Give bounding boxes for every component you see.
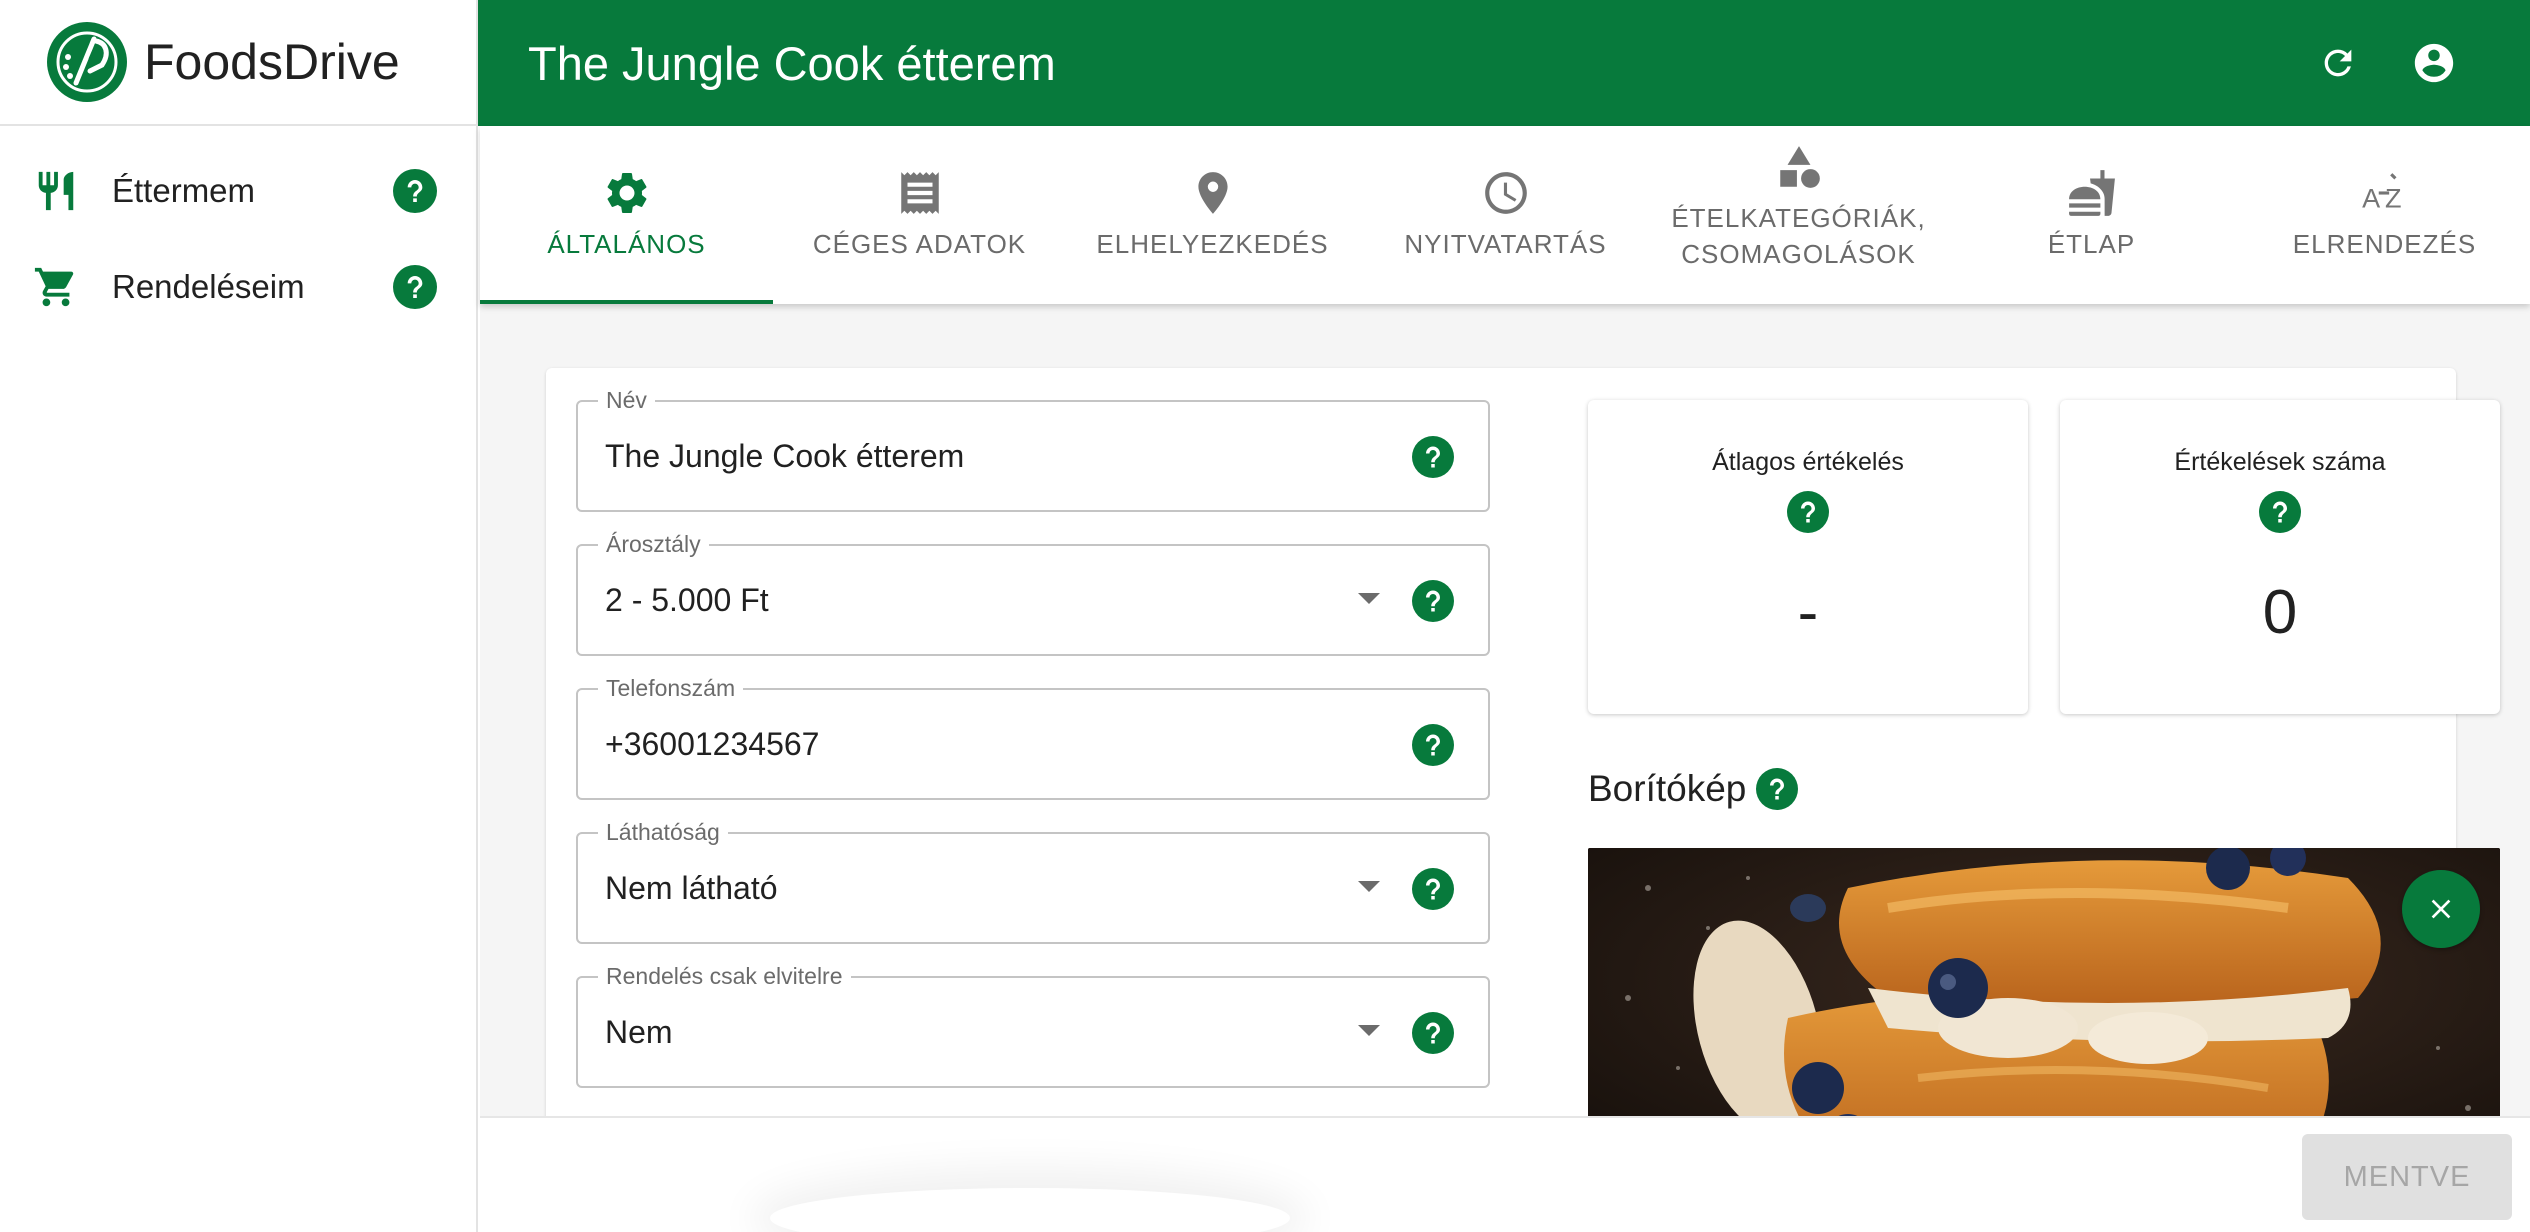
stat-label: Átlagos értékelés bbox=[1712, 448, 1904, 476]
help-icon[interactable] bbox=[1412, 580, 1454, 622]
sort-alpha-icon: AZ bbox=[2362, 173, 2402, 214]
main-content: Név Árosztály 2 - 5.000 Ft Telefonszám L… bbox=[480, 304, 2530, 1116]
tab-label: ÉTELKATEGÓRIÁK, CSOMAGOLÁSOK bbox=[1671, 203, 1926, 269]
brand[interactable]: FoodsDrive bbox=[0, 0, 476, 126]
help-icon[interactable] bbox=[1412, 724, 1454, 766]
refresh-button[interactable] bbox=[2310, 35, 2366, 91]
dropdown-arrow-icon[interactable] bbox=[1358, 593, 1380, 604]
tab-elhelyezkedes[interactable]: ELHELYEZKEDÉS bbox=[1066, 126, 1359, 304]
app-bar: The Jungle Cook étterem bbox=[478, 0, 2530, 126]
field-label: Árosztály bbox=[598, 531, 709, 558]
tab-nyitvatartas[interactable]: NYITVATARTÁS bbox=[1359, 126, 1652, 304]
visibility-value: Nem látható bbox=[605, 870, 778, 906]
help-icon[interactable] bbox=[1787, 491, 1829, 533]
sidebar-item-label: Éttermem bbox=[112, 172, 256, 209]
help-icon[interactable] bbox=[1412, 436, 1454, 478]
page-title: The Jungle Cook étterem bbox=[528, 36, 1056, 90]
field-label: Rendelés csak elvitelre bbox=[598, 963, 851, 990]
refresh-icon bbox=[2324, 49, 2352, 77]
help-icon[interactable] bbox=[1412, 868, 1454, 910]
help-icon[interactable] bbox=[1756, 768, 1799, 810]
footer-shadow bbox=[770, 1188, 1290, 1232]
rating-count-card: Értékelések száma 0 bbox=[2060, 400, 2500, 714]
shapes-icon bbox=[1779, 146, 1820, 188]
help-icon[interactable] bbox=[2259, 491, 2301, 533]
svg-text:A: A bbox=[2362, 183, 2381, 214]
save-button[interactable]: MENTVE bbox=[2302, 1134, 2512, 1220]
name-field[interactable]: Név bbox=[576, 387, 1490, 512]
foodsdrive-logo-icon bbox=[47, 22, 127, 102]
tab-label: CÉGES ADATOK bbox=[812, 229, 1027, 259]
field-label: Telefonszám bbox=[598, 675, 744, 702]
dropdown-arrow-icon[interactable] bbox=[1358, 1025, 1380, 1036]
sidebar: FoodsDrive Éttermem Rendeléseim bbox=[0, 0, 478, 1232]
name-input[interactable] bbox=[605, 438, 1305, 475]
cover-image-heading: Borítókép bbox=[1588, 768, 1799, 810]
account-button[interactable] bbox=[2406, 35, 2462, 91]
svg-text:Z: Z bbox=[2385, 183, 2402, 214]
tab-label: ÁLTALÁNOS bbox=[547, 229, 706, 259]
account-circle-icon bbox=[2414, 43, 2454, 83]
clock-icon bbox=[1484, 172, 1527, 214]
tab-label: ELRENDEZÉS bbox=[2292, 229, 2477, 259]
sidebar-item-label: Rendeléseim bbox=[112, 268, 305, 305]
location-pin-icon bbox=[1197, 172, 1228, 214]
takeaway-only-value: Nem bbox=[605, 1014, 673, 1050]
stat-label: Értékelések száma bbox=[2174, 448, 2386, 476]
french-toast-photo bbox=[1588, 848, 2500, 1116]
cover-image[interactable] bbox=[1588, 848, 2500, 1116]
sidebar-item-ettermem[interactable]: Éttermem bbox=[0, 146, 476, 236]
cover-image-title: Borítókép bbox=[1588, 768, 1747, 809]
brand-name: FoodsDrive bbox=[144, 34, 400, 90]
field-label: Láthatóság bbox=[598, 819, 728, 846]
price-class-select[interactable]: Árosztály 2 - 5.000 Ft bbox=[576, 531, 1490, 656]
help-icon[interactable] bbox=[393, 169, 437, 213]
food-menu-icon bbox=[2068, 170, 2115, 216]
receipt-icon bbox=[900, 172, 939, 214]
tab-label: NYITVATARTÁS bbox=[1404, 229, 1607, 259]
field-label: Név bbox=[598, 387, 655, 414]
tab-elrendezes[interactable]: AZ ELRENDEZÉS bbox=[2238, 126, 2530, 304]
close-icon bbox=[2431, 899, 2451, 919]
phone-field[interactable]: Telefonszám bbox=[576, 675, 1490, 800]
stat-value: 0 bbox=[2262, 578, 2298, 647]
gear-icon bbox=[607, 173, 646, 213]
tab-ceges-adatok[interactable]: CÉGES ADATOK bbox=[773, 126, 1066, 304]
takeaway-only-select[interactable]: Rendelés csak elvitelre Nem bbox=[576, 963, 1490, 1088]
sidebar-item-rendeleseim[interactable]: Rendeléseim bbox=[0, 242, 476, 332]
remove-cover-button[interactable] bbox=[2402, 870, 2480, 948]
dropdown-arrow-icon[interactable] bbox=[1358, 881, 1380, 892]
price-class-value: 2 - 5.000 Ft bbox=[605, 582, 769, 618]
tab-etlap[interactable]: ÉTLAP bbox=[1945, 126, 2238, 304]
average-rating-card: Átlagos értékelés - bbox=[1588, 400, 2028, 714]
shopping-cart-icon bbox=[34, 267, 74, 307]
stat-value: - bbox=[1797, 578, 1819, 647]
help-icon[interactable] bbox=[393, 265, 437, 309]
general-settings-card: Név Árosztály 2 - 5.000 Ft Telefonszám L… bbox=[546, 368, 2500, 1116]
phone-input[interactable] bbox=[605, 726, 1305, 763]
help-icon[interactable] bbox=[1412, 1012, 1454, 1054]
tab-bar: ÁLTALÁNOS CÉGES ADATOK ELHELYEZKEDÉS NYI… bbox=[480, 126, 2530, 304]
tab-altalanos[interactable]: ÁLTALÁNOS bbox=[480, 126, 773, 304]
tab-etelkategoriak[interactable]: ÉTELKATEGÓRIÁK, CSOMAGOLÁSOK bbox=[1652, 126, 1945, 304]
tab-label: ÉTLAP bbox=[2047, 229, 2136, 259]
fork-knife-icon bbox=[38, 171, 74, 211]
visibility-select[interactable]: Láthatóság Nem látható bbox=[576, 819, 1490, 944]
tab-label: ELHELYEZKEDÉS bbox=[1096, 229, 1329, 259]
footer-bar: MENTVE bbox=[480, 1116, 2530, 1232]
